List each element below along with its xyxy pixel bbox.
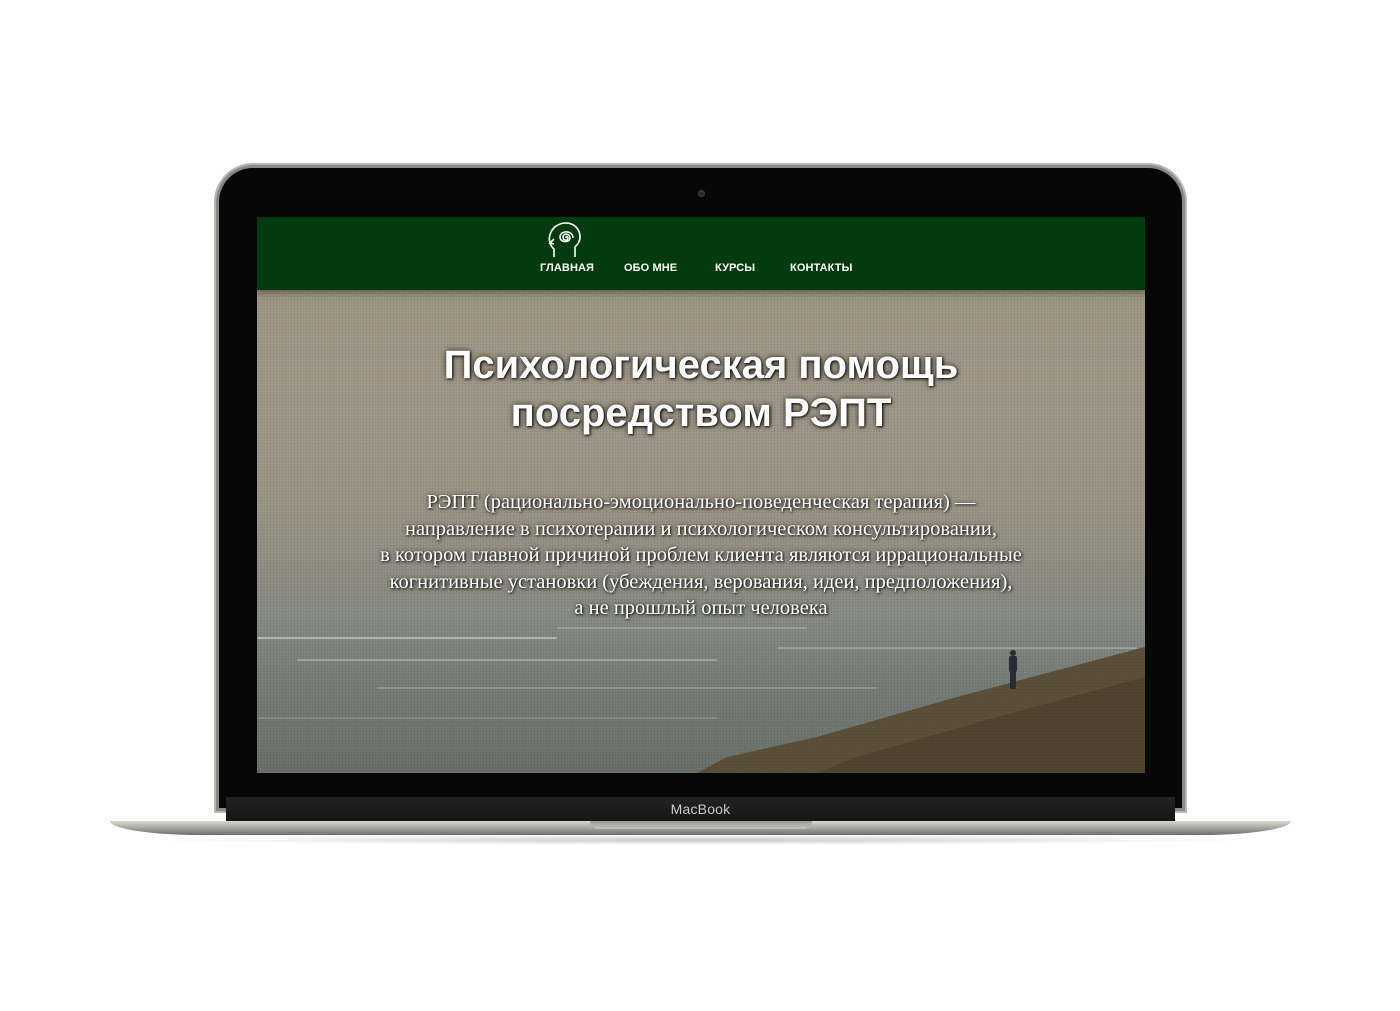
hero-text-line: когнитивные установки (убеждения, верова… bbox=[389, 570, 1013, 593]
head-spiral-icon[interactable] bbox=[546, 221, 582, 259]
nav-item-about[interactable]: ОБО МНЕ bbox=[624, 262, 677, 274]
main-nav: ГЛАВНАЯ ОБО МНЕ КУРСЫ КОНТАКТЫ bbox=[257, 262, 1145, 278]
device-brand-label: MacBook bbox=[670, 801, 731, 817]
hero-title: Психологическая помощь посредством РЭПТ bbox=[257, 341, 1145, 437]
laptop-shadow bbox=[140, 835, 1260, 845]
laptop-notch bbox=[590, 821, 812, 829]
hero-text-line: направление в психотерапии и психологиче… bbox=[405, 517, 997, 540]
hero-description: РЭПТ (рационально-эмоционально-поведенче… bbox=[257, 489, 1145, 622]
nav-item-home[interactable]: ГЛАВНАЯ bbox=[540, 262, 594, 274]
hero-text-line: а не прошлый опыт человека bbox=[574, 597, 828, 619]
person-silhouette bbox=[1009, 650, 1017, 689]
hero-text-line: РЭПТ (рационально-эмоционально-поведенче… bbox=[426, 491, 976, 513]
hero-title-line: Психологическая помощь bbox=[443, 343, 959, 387]
nav-item-contacts[interactable]: КОНТАКТЫ bbox=[790, 262, 852, 274]
camera-icon bbox=[698, 190, 705, 197]
mockup-stage: MacBook ГЛАВНАЯ ОБО МНЕ КУРСЫ КОНТАКТЫ П… bbox=[0, 0, 1400, 1011]
hero-title-line: посредством РЭПТ bbox=[510, 391, 892, 435]
site-header: ГЛАВНАЯ ОБО МНЕ КУРСЫ КОНТАКТЫ bbox=[257, 217, 1145, 290]
nav-item-courses[interactable]: КУРСЫ bbox=[715, 262, 755, 274]
laptop-chin: MacBook bbox=[226, 797, 1175, 821]
hero-text-line: в котором главной причиной проблем клиен… bbox=[380, 544, 1022, 566]
website-screen: ГЛАВНАЯ ОБО МНЕ КУРСЫ КОНТАКТЫ Психологи… bbox=[257, 217, 1145, 773]
